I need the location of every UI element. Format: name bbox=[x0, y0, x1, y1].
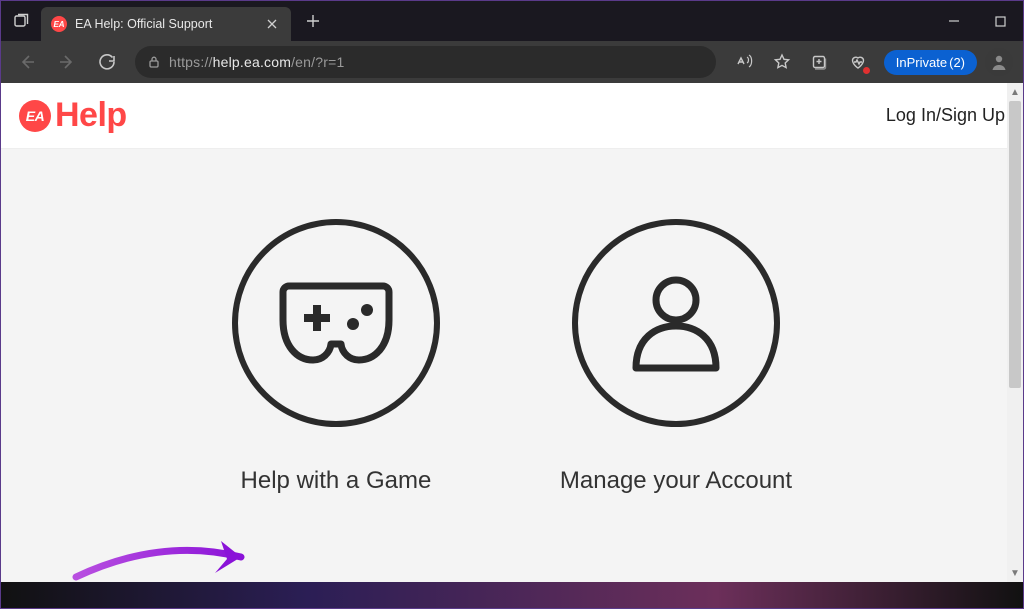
scroll-up-button[interactable]: ▲ bbox=[1007, 83, 1023, 101]
tab-close-button[interactable] bbox=[263, 15, 281, 33]
option-help-with-game[interactable]: Help with a Game bbox=[232, 219, 440, 495]
window-minimize-button[interactable] bbox=[931, 1, 977, 41]
browser-essentials-button[interactable] bbox=[840, 44, 876, 80]
browser-toolbar: https://help.ea.com/en/?r=1 InPrivate (2… bbox=[1, 41, 1023, 83]
hero-section: Help with a Game Manage your Account bbox=[1, 149, 1023, 582]
inprivate-indicator[interactable]: InPrivate (2) bbox=[884, 50, 977, 75]
option-label-account: Manage your Account bbox=[560, 467, 792, 495]
url-path: /en/?r=1 bbox=[291, 54, 344, 70]
address-bar[interactable]: https://help.ea.com/en/?r=1 bbox=[135, 46, 716, 78]
tab-actions-button[interactable] bbox=[1, 1, 41, 41]
inprivate-label: InPrivate bbox=[896, 55, 947, 70]
nav-forward-button[interactable] bbox=[49, 44, 85, 80]
ea-help-logo[interactable]: EA Help bbox=[19, 96, 127, 135]
annotation-arrow-icon bbox=[71, 527, 271, 582]
browser-tab[interactable]: EA EA Help: Official Support bbox=[41, 7, 291, 41]
ea-logo-icon: EA bbox=[19, 100, 51, 132]
site-info-lock-icon[interactable] bbox=[147, 55, 161, 69]
browser-titlebar: EA EA Help: Official Support bbox=[1, 1, 1023, 41]
site-header: EA Help Log In/Sign Up bbox=[1, 83, 1023, 149]
nav-back-button[interactable] bbox=[9, 44, 45, 80]
window-controls bbox=[931, 1, 1023, 41]
brand-word: Help bbox=[55, 96, 127, 135]
person-icon bbox=[572, 219, 780, 427]
option-manage-account[interactable]: Manage your Account bbox=[560, 219, 792, 495]
collections-button[interactable] bbox=[802, 44, 838, 80]
scroll-down-button[interactable]: ▼ bbox=[1007, 564, 1023, 582]
read-aloud-button[interactable] bbox=[726, 44, 762, 80]
tab-favicon-ea-icon: EA bbox=[51, 16, 67, 32]
page-bottom-strip bbox=[1, 582, 1023, 608]
scroll-thumb[interactable] bbox=[1009, 101, 1021, 388]
scroll-track[interactable] bbox=[1009, 101, 1021, 564]
gamepad-icon bbox=[232, 219, 440, 427]
login-signup-link[interactable]: Log In/Sign Up bbox=[886, 105, 1005, 126]
vertical-scrollbar[interactable]: ▲ ▼ bbox=[1007, 83, 1023, 582]
window-maximize-button[interactable] bbox=[977, 1, 1023, 41]
profile-button[interactable] bbox=[985, 48, 1013, 76]
new-tab-button[interactable] bbox=[297, 5, 329, 37]
inprivate-count: (2) bbox=[949, 55, 965, 70]
favorites-star-button[interactable] bbox=[764, 44, 800, 80]
url-scheme: https:// bbox=[169, 54, 213, 70]
tab-title: EA Help: Official Support bbox=[75, 17, 255, 31]
url-text: https://help.ea.com/en/?r=1 bbox=[169, 54, 344, 70]
option-label-game: Help with a Game bbox=[241, 467, 432, 495]
url-host: help.ea.com bbox=[213, 54, 291, 70]
nav-refresh-button[interactable] bbox=[89, 44, 125, 80]
page-viewport: EA Help Log In/Sign Up Hel bbox=[1, 83, 1023, 582]
